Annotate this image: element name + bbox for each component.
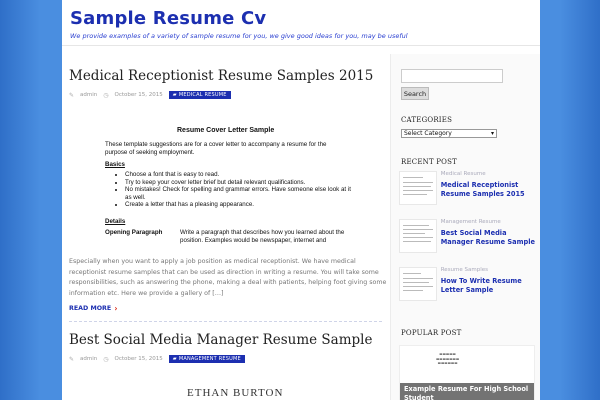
doc-bullet: Create a letter that has a pleasing appe… <box>125 201 355 208</box>
read-more-label: READ MORE <box>69 305 112 312</box>
search-button[interactable]: Search <box>401 87 429 100</box>
doc-details-heading: Details <box>105 218 126 225</box>
post-thumbnail[interactable]: ETHAN BURTON <box>69 371 381 400</box>
category-badge[interactable]: ▰ MANAGEMENT RESUME <box>168 355 245 363</box>
recent-post-title: RECENT POST <box>401 158 457 166</box>
post-author[interactable]: admin <box>80 356 97 362</box>
post-date: October 15, 2015 <box>114 92 163 98</box>
category-label: MEDICAL RESUME <box>178 92 227 98</box>
post-date: October 15, 2015 <box>114 356 163 362</box>
recent-post-category[interactable]: Medical Resume <box>441 171 540 177</box>
recent-post-title-link[interactable]: Best Social Media Manager Resume Sample <box>441 229 540 247</box>
folder-icon: ▰ <box>172 92 177 98</box>
popular-post-title: POPULAR POST <box>401 329 462 337</box>
post-thumbnail[interactable]: Resume Cover Letter Sample These templat… <box>69 105 381 255</box>
doc-bullet: Choose a font that is easy to read. <box>125 171 355 178</box>
search-input[interactable] <box>401 69 503 83</box>
popular-post-image: ▬▬▬▬▬ ▬▬▬▬▬▬▬ ▬▬▬▬▬▬ <box>436 352 460 365</box>
recent-post-category[interactable]: Management Resume <box>441 219 540 225</box>
post-meta: ✎ admin ◷ October 15, 2015 ▰ MEDICAL RES… <box>69 91 382 99</box>
sidebar: Search CATEGORIES Select Category ▾ RECE… <box>390 54 540 400</box>
popular-post-caption[interactable]: Example Resume For High School Student <box>400 383 534 400</box>
category-select-value: Select Category <box>404 130 452 137</box>
recent-post-item[interactable]: Management Resume Best Social Media Mana… <box>399 219 540 261</box>
pencil-icon: ✎ <box>69 355 75 363</box>
category-badge[interactable]: ▰ MEDICAL RESUME <box>168 91 231 99</box>
doc-intro: These template suggestions are for a cov… <box>105 141 327 156</box>
clock-icon: ◷ <box>103 355 109 363</box>
read-more-link[interactable]: READ MORE › <box>69 304 382 313</box>
doc-basics-heading: Basics <box>105 161 125 168</box>
resume-name: ETHAN BURTON <box>187 387 284 399</box>
page: Sample Resume Cv We provide examples of … <box>62 0 540 400</box>
site-header: Sample Resume Cv We provide examples of … <box>62 0 540 46</box>
recent-post-title-link[interactable]: How To Write Resume Letter Sample <box>441 277 540 295</box>
recent-post-item[interactable]: Resume Samples How To Write Resume Lette… <box>399 267 540 309</box>
chevron-down-icon: ▾ <box>490 130 494 137</box>
pencil-icon: ✎ <box>69 91 75 99</box>
chevron-right-icon: › <box>114 304 118 313</box>
post-excerpt: Especially when you want to apply a job … <box>69 258 387 297</box>
post-title[interactable]: Medical Receptionist Resume Samples 2015 <box>69 68 382 84</box>
recent-post-thumbnail[interactable] <box>399 267 437 301</box>
recent-post-title-link[interactable]: Medical Receptionist Resume Samples 2015 <box>441 181 540 199</box>
site-tagline: We provide examples of a variety of samp… <box>70 32 408 40</box>
recent-post-list: Medical Resume Medical Receptionist Resu… <box>399 171 540 309</box>
recent-post-item[interactable]: Medical Resume Medical Receptionist Resu… <box>399 171 540 213</box>
doc-bullet: Try to keep your cover letter brief but … <box>125 179 355 186</box>
recent-post-thumbnail[interactable] <box>399 171 437 205</box>
recent-post-category[interactable]: Resume Samples <box>441 267 540 273</box>
clock-icon: ◷ <box>103 91 109 99</box>
category-select[interactable]: Select Category ▾ <box>401 129 497 138</box>
doc-bullet-list: Choose a font that is easy to read. Try … <box>125 171 355 209</box>
doc-title: Resume Cover Letter Sample <box>177 127 275 134</box>
main-content: Medical Receptionist Resume Samples 2015… <box>62 54 390 400</box>
post-author[interactable]: admin <box>80 92 97 98</box>
post-meta: ✎ admin ◷ October 15, 2015 ▰ MANAGEMENT … <box>69 355 382 363</box>
post-title[interactable]: Best Social Media Manager Resume Sample <box>69 332 382 348</box>
site-title[interactable]: Sample Resume Cv <box>70 8 532 29</box>
category-label: MANAGEMENT RESUME <box>178 356 241 362</box>
recent-post-thumbnail[interactable] <box>399 219 437 253</box>
popular-post-card[interactable]: ▬▬▬▬▬ ▬▬▬▬▬▬▬ ▬▬▬▬▬▬ Example Resume For Hi… <box>399 345 535 400</box>
post-card: Medical Receptionist Resume Samples 2015… <box>62 54 390 313</box>
folder-icon: ▰ <box>172 356 177 362</box>
doc-opening-text: Write a paragraph that describes how you… <box>180 229 345 244</box>
categories-title: CATEGORIES <box>401 116 453 124</box>
doc-opening-heading: Opening Paragraph <box>105 229 163 236</box>
post-card: Best Social Media Manager Resume Sample … <box>62 322 390 400</box>
doc-bullet: No mistakes! Check for spelling and gram… <box>125 186 355 200</box>
